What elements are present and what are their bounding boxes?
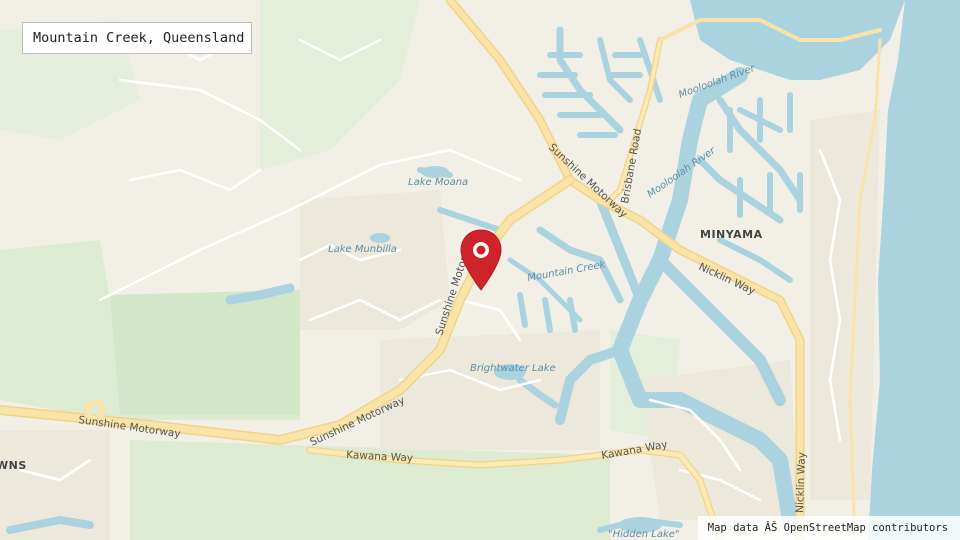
suburb-label: MINYAMA	[700, 228, 763, 241]
location-marker[interactable]	[458, 228, 504, 294]
location-title: Mountain Creek, Queensland	[22, 22, 252, 54]
lake-label: Brightwater Lake	[470, 363, 556, 374]
lake-label: Lake Munbilla	[328, 244, 397, 255]
map-attribution[interactable]: Map data ÂŠ OpenStreetMap contributors	[697, 516, 960, 540]
road-label: Nicklin Way	[794, 452, 808, 513]
lake-label: "Hidden Lake"	[608, 529, 680, 540]
lake-label: Lake Moana	[408, 177, 468, 188]
map-canvas[interactable]: Lake Moana Lake Munbilla Mountain Creek …	[0, 0, 960, 540]
suburb-label: WNS	[0, 459, 27, 472]
map-pin-icon	[460, 229, 502, 291]
